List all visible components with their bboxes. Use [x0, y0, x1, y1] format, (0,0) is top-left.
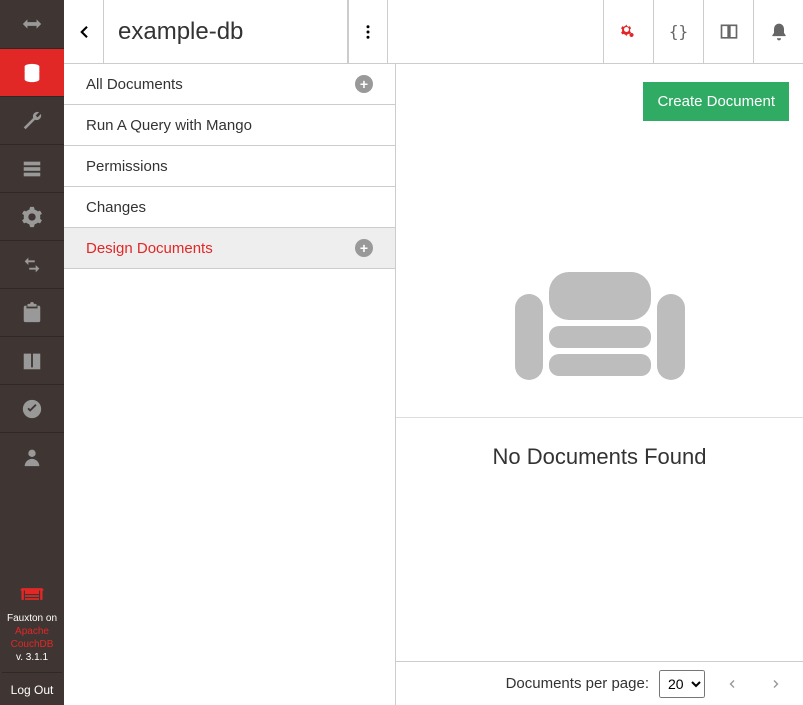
- sp-label: Permissions: [86, 158, 168, 175]
- sp-all-documents[interactable]: All Documents +: [64, 64, 395, 105]
- header-gears-button[interactable]: [603, 0, 653, 63]
- nav-active-tasks[interactable]: [0, 144, 64, 192]
- plus-icon[interactable]: +: [355, 239, 373, 257]
- back-button[interactable]: [64, 0, 104, 63]
- clipboard-icon: [21, 302, 43, 324]
- footer-version: v. 3.1.1: [2, 651, 62, 664]
- pagination-footer: Documents per page: 20: [396, 661, 803, 705]
- database-icon: [21, 62, 43, 84]
- sp-label: Run A Query with Mango: [86, 117, 252, 134]
- bell-icon: [769, 22, 789, 42]
- empty-heading: No Documents Found: [493, 444, 707, 470]
- next-page-button[interactable]: [759, 669, 793, 699]
- sp-label: Changes: [86, 199, 146, 216]
- tasks-icon: [21, 158, 43, 180]
- nav-config[interactable]: [0, 192, 64, 240]
- nav-footer: Fauxton on Apache CouchDB v. 3.1.1 Log O…: [0, 578, 64, 705]
- header-docs-button[interactable]: [703, 0, 753, 63]
- book-open-icon: [719, 22, 739, 42]
- nav-documentation[interactable]: [0, 336, 64, 384]
- empty-state: No Documents Found: [396, 64, 803, 661]
- header-menu-button[interactable]: [348, 0, 388, 63]
- check-circle-icon: [21, 398, 43, 420]
- gears-icon: [619, 22, 639, 42]
- main-content: Create Document No Documents Found: [396, 64, 803, 705]
- sp-changes[interactable]: Changes: [64, 187, 395, 228]
- couch-illustration-icon: [505, 256, 695, 391]
- chevron-right-icon: [770, 678, 782, 690]
- footer-line1: Fauxton on: [2, 612, 62, 625]
- footer-line3: CouchDB: [2, 638, 62, 651]
- nav-check[interactable]: [0, 384, 64, 432]
- nav-toggle[interactable]: [0, 0, 64, 48]
- sp-design-documents[interactable]: Design Documents +: [64, 228, 395, 269]
- kebab-icon: [359, 23, 377, 41]
- chevron-left-icon: [75, 23, 93, 41]
- topbar: example-db {}: [64, 0, 803, 64]
- footer-line2: Apache: [2, 625, 62, 638]
- sp-run-query[interactable]: Run A Query with Mango: [64, 105, 395, 146]
- arrows-h-icon: [21, 13, 43, 35]
- sp-permissions[interactable]: Permissions: [64, 146, 395, 187]
- user-icon: [21, 446, 43, 468]
- wrench-icon: [21, 110, 43, 132]
- nav-replication[interactable]: [0, 240, 64, 288]
- per-page-select[interactable]: 20: [659, 670, 705, 698]
- sp-label: All Documents: [86, 76, 183, 93]
- nav-rail: Fauxton on Apache CouchDB v. 3.1.1 Log O…: [0, 0, 64, 705]
- db-title: example-db: [104, 0, 348, 63]
- nav-user[interactable]: [0, 432, 64, 480]
- header-json-button[interactable]: {}: [653, 0, 703, 63]
- per-page-label: Documents per page:: [506, 675, 649, 692]
- prev-page-button[interactable]: [715, 669, 749, 699]
- couch-logo-icon: [2, 584, 62, 608]
- logout-link[interactable]: Log Out: [2, 672, 62, 699]
- header-notifications-button[interactable]: [753, 0, 803, 63]
- braces-icon: {}: [669, 22, 688, 41]
- nav-verify[interactable]: [0, 288, 64, 336]
- plus-icon[interactable]: +: [355, 75, 373, 93]
- replication-icon: [21, 254, 43, 276]
- gear-icon: [21, 206, 43, 228]
- book-icon: [21, 350, 43, 372]
- create-document-button[interactable]: Create Document: [643, 82, 789, 121]
- sp-label: Design Documents: [86, 240, 213, 257]
- side-panel: All Documents + Run A Query with Mango P…: [64, 64, 396, 705]
- chevron-left-icon: [726, 678, 738, 690]
- nav-setup[interactable]: [0, 96, 64, 144]
- nav-databases[interactable]: [0, 48, 64, 96]
